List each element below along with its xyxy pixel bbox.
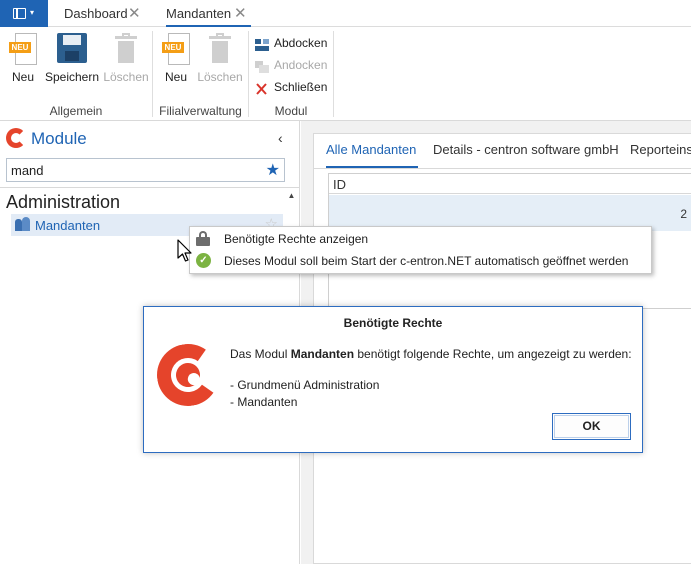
dialog-title: Benötigte Rechte <box>343 316 443 330</box>
module-item-label: Mandanten <box>35 218 101 233</box>
tab-reporteinstellungen[interactable]: Reporteinste <box>630 142 691 157</box>
column-header-id[interactable]: ID <box>329 174 691 194</box>
dialog-message: Das Modul Mandanten benötigt folgende Re… <box>230 347 632 361</box>
cell-id: 2 <box>680 207 687 221</box>
tab-mandanten[interactable]: Mandanten ✕ <box>166 0 251 27</box>
divider <box>314 168 691 169</box>
new-document-icon: NEU <box>9 33 37 67</box>
delete-button[interactable]: Löschen <box>102 27 150 87</box>
centron-logo-icon <box>6 128 26 148</box>
button-label: Neu <box>164 70 187 84</box>
tab-details[interactable]: Details - centron software gmbH <box>433 142 619 157</box>
favorite-star-icon[interactable]: ★ <box>266 160 280 180</box>
required-rights-dialog: Benötigte Rechte Das Modul Mandanten ben… <box>143 306 643 453</box>
delete-branch-button[interactable]: Löschen <box>196 27 244 87</box>
undock-button[interactable]: Abdocken <box>255 33 330 53</box>
trash-icon <box>209 33 231 63</box>
menu-item-show-rights[interactable]: Benötigte Rechte anzeigen <box>190 228 651 250</box>
button-label: Speichern <box>44 70 100 84</box>
panel-title: Module <box>31 129 87 148</box>
section-heading: Administration <box>6 192 121 212</box>
menu-item-autostart[interactable]: ✓ Dieses Modul soll beim Start der c-ent… <box>190 250 651 272</box>
dock-icon <box>255 59 269 73</box>
button-label: Löschen <box>197 70 243 84</box>
trash-icon <box>115 33 137 63</box>
requirement-item: - Grundmenü Administration <box>230 378 380 392</box>
floppy-disk-icon <box>57 33 87 63</box>
mouse-pointer-icon <box>177 239 192 262</box>
button-label: Löschen <box>103 70 149 84</box>
tab-label: Mandanten <box>166 6 232 21</box>
app-menu-button[interactable]: ▾ <box>0 0 48 27</box>
lock-icon <box>196 231 210 246</box>
new-button[interactable]: NEU Neu <box>4 27 42 87</box>
group-label-filialverwaltung: Filialverwaltung <box>159 104 242 118</box>
centron-logo-icon <box>152 339 224 411</box>
new-branch-button[interactable]: NEU Neu <box>157 27 195 87</box>
divider <box>0 187 300 188</box>
new-document-icon: NEU <box>162 33 190 67</box>
users-icon <box>15 217 31 232</box>
check-circle-icon: ✓ <box>196 253 211 268</box>
ok-button[interactable]: OK <box>552 413 631 440</box>
ribbon-separator <box>333 31 334 117</box>
scroll-up-button[interactable]: ▲ <box>285 189 298 202</box>
undock-icon <box>255 37 269 51</box>
dock-button[interactable]: Andocken <box>255 55 330 75</box>
close-icon[interactable]: ✕ <box>234 0 247 27</box>
group-label-modul: Modul <box>274 104 308 118</box>
ribbon: NEU Neu Speichern Löschen Allgemein NEU … <box>0 27 691 121</box>
close-icon <box>255 81 269 95</box>
chevron-down-icon: ▾ <box>30 8 35 17</box>
button-label: Neu <box>11 70 34 84</box>
requirement-item: - Mandanten <box>230 395 298 409</box>
group-label-allgemein: Allgemein <box>49 104 103 118</box>
collapse-panel-button[interactable]: ‹ <box>278 130 283 146</box>
close-module-button[interactable]: Schließen <box>255 77 330 97</box>
module-search-input[interactable]: mand ★ <box>6 158 285 182</box>
tab-dashboard[interactable]: Dashboard ✕ <box>64 0 144 27</box>
context-menu: Benötigte Rechte anzeigen ✓ Dieses Modul… <box>189 226 652 274</box>
save-button[interactable]: Speichern <box>42 27 102 87</box>
document-tab-bar: ▾ Dashboard ✕ Mandanten ✕ <box>0 0 691 27</box>
tab-alle-mandanten[interactable]: Alle Mandanten <box>326 142 416 157</box>
app-menu-icon <box>13 8 26 19</box>
tab-label: Dashboard <box>64 6 128 21</box>
close-icon[interactable]: ✕ <box>128 0 141 27</box>
